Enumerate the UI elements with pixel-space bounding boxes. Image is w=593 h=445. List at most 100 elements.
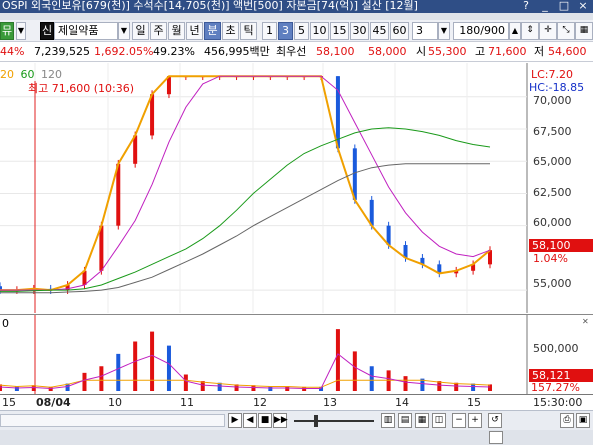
quote-info-bar: 44% 7,239,525 1,692.05% 49.23% 456,995백만… [0, 42, 593, 62]
window-title-bar: OSPI 외국인보유[679(천)] 수석수[14,705(천)] 액번[500… [0, 0, 593, 13]
volume-bar-5 [82, 372, 87, 391]
period-button-6[interactable]: 틱 [240, 22, 257, 40]
x-axis: 15 08/04 10 11 12 13 14 15 15:30:00 [0, 394, 593, 410]
tab-scroll-left-icon[interactable] [489, 431, 503, 444]
low-label: 저 [534, 45, 545, 58]
maximize-button[interactable]: □ [557, 0, 571, 13]
volume-bar-9 [150, 331, 155, 391]
lc-label: LC:7.20 [531, 68, 574, 81]
settings-icon[interactable]: ▦ [575, 22, 593, 40]
period-button-1[interactable]: 주 [150, 22, 167, 40]
minute-button-60[interactable]: 60 [390, 22, 409, 40]
volume-bar-11 [183, 374, 188, 391]
price-chart-svg[interactable] [0, 63, 593, 313]
chart-navigation-bar: ▶ ◀ ■ ▶▶ ▥ ▤ ▦ ◫ − + ↺ ⎙ ▣ [0, 410, 593, 430]
speed-slider-handle[interactable] [314, 415, 318, 427]
x-label-13: 13 [323, 396, 337, 409]
candle-count-spinner-icon[interactable]: ▲ [509, 22, 521, 40]
credit-badge: 신 [40, 22, 54, 40]
draw-tool-icon[interactable]: ⤡ [557, 22, 575, 40]
x-label-15: 15 [2, 396, 16, 409]
play-icon[interactable]: ▶ [228, 413, 242, 428]
period-button-3[interactable]: 년 [186, 22, 203, 40]
minute-button-5[interactable]: 5 [294, 22, 309, 40]
minute-button-1[interactable]: 1 [262, 22, 277, 40]
x-label-15-last: 15 [467, 396, 481, 409]
bottom-status-bar [0, 430, 593, 445]
volume-bar-6 [99, 366, 104, 391]
help-icon[interactable]: ? [519, 0, 533, 13]
period-button-5[interactable]: 초 [222, 22, 239, 40]
y-tick-55000: 55,000 [533, 277, 572, 290]
save-icon[interactable]: ▣ [576, 413, 590, 428]
volume-value: 7,239,525 [34, 45, 90, 58]
close-button[interactable]: × [576, 0, 590, 13]
high-value: 71,600 [488, 45, 527, 58]
time-readout: 15:30:00 [533, 396, 583, 409]
zoom-icon[interactable]: ⇕ [521, 22, 539, 40]
interval-dropdown-icon[interactable]: ▼ [438, 22, 450, 40]
volume-bar-21 [352, 351, 357, 391]
chart-toolbar: 뮤 ▼ 신 제일약품 ▼ 일주월년분초틱 1 3 5 10 15 30 45 60 3 ▼ 1… [0, 20, 593, 42]
reset-icon[interactable]: ↺ [488, 413, 502, 428]
candle-count-input[interactable]: 180/900 [453, 22, 509, 40]
volume-bar-8 [133, 341, 138, 391]
y-tick-62500: 62,500 [533, 186, 572, 199]
trade-amount: 456,995백만 [204, 45, 270, 58]
layout-icon[interactable]: ▦ [415, 413, 429, 428]
volume-bar-24 [403, 376, 408, 391]
zoom-out-icon[interactable]: − [452, 413, 466, 428]
minute-button-3[interactable]: 3 [278, 22, 293, 40]
high-annotation: 최고 71,600 (10:36) [28, 82, 135, 95]
y-tick-65000: 65,000 [533, 155, 572, 168]
panel-close-icon[interactable]: ✕ [582, 317, 589, 326]
chart-type-icon[interactable]: ▥ [381, 413, 395, 428]
stock-dropdown-icon[interactable]: ▼ [16, 22, 26, 40]
interval-input[interactable]: 3 [412, 22, 438, 40]
title-spacer [0, 13, 593, 20]
period-button-4[interactable]: 분 [204, 22, 221, 40]
stock-name-dropdown-icon[interactable]: ▼ [118, 22, 130, 40]
compare-icon[interactable]: ◫ [432, 413, 446, 428]
x-label-10: 10 [108, 396, 122, 409]
high-label: 고 [475, 45, 486, 58]
volume-bar-20 [335, 329, 340, 391]
candle-body-7 [116, 163, 121, 226]
stock-name-field[interactable]: 제일약품 [54, 22, 118, 40]
y-tick-70000: 70,000 [533, 94, 572, 107]
period-button-0[interactable]: 일 [132, 22, 149, 40]
fast-forward-icon[interactable]: ▶▶ [273, 413, 288, 428]
minimize-button[interactable]: _ [538, 0, 552, 13]
stop-icon[interactable]: ■ [258, 413, 272, 428]
minute-button-45[interactable]: 45 [370, 22, 389, 40]
candle-body-20 [335, 76, 340, 149]
current-price-percent: 1.04% [533, 252, 568, 265]
volume-panel-label: 0 [2, 317, 9, 330]
step-back-icon[interactable]: ◀ [243, 413, 257, 428]
change-percent: 44% [0, 45, 25, 58]
y-tick-67500: 67,500 [533, 125, 572, 138]
stock-list-button[interactable]: 뮤 [0, 22, 14, 40]
volume-bar-10 [166, 345, 171, 391]
horizontal-scroll-track[interactable] [0, 414, 225, 427]
period-button-2[interactable]: 월 [168, 22, 185, 40]
candle-body-21 [352, 148, 357, 200]
minute-button-30[interactable]: 30 [350, 22, 369, 40]
price-chart-panel[interactable]: 20 60 120 최고 71,600 (10:36) LC:7.20 HC:-… [0, 63, 593, 313]
minute-button-15[interactable]: 15 [330, 22, 349, 40]
current-price-badge: 58,100 [529, 239, 593, 252]
candle-body-6 [99, 225, 104, 271]
indicator-icon[interactable]: ▤ [398, 413, 412, 428]
open-label: 시 [416, 45, 427, 58]
volume-bar-7 [116, 353, 121, 391]
turnover-percent: 49.23% [153, 45, 195, 58]
zoom-in-icon[interactable]: + [468, 413, 482, 428]
minute-button-10[interactable]: 10 [310, 22, 329, 40]
volume-chart-panel[interactable]: 0 ✕ 500,000 58,121 157.27% [0, 314, 593, 395]
volume-chart-svg[interactable] [0, 315, 593, 395]
y-tick-60000: 60,000 [533, 216, 572, 229]
print-icon[interactable]: ⎙ [560, 413, 574, 428]
current-volume-percent: 157.27% [531, 381, 580, 394]
speed-slider-track[interactable] [294, 420, 374, 422]
crosshair-icon[interactable]: ✛ [539, 22, 557, 40]
